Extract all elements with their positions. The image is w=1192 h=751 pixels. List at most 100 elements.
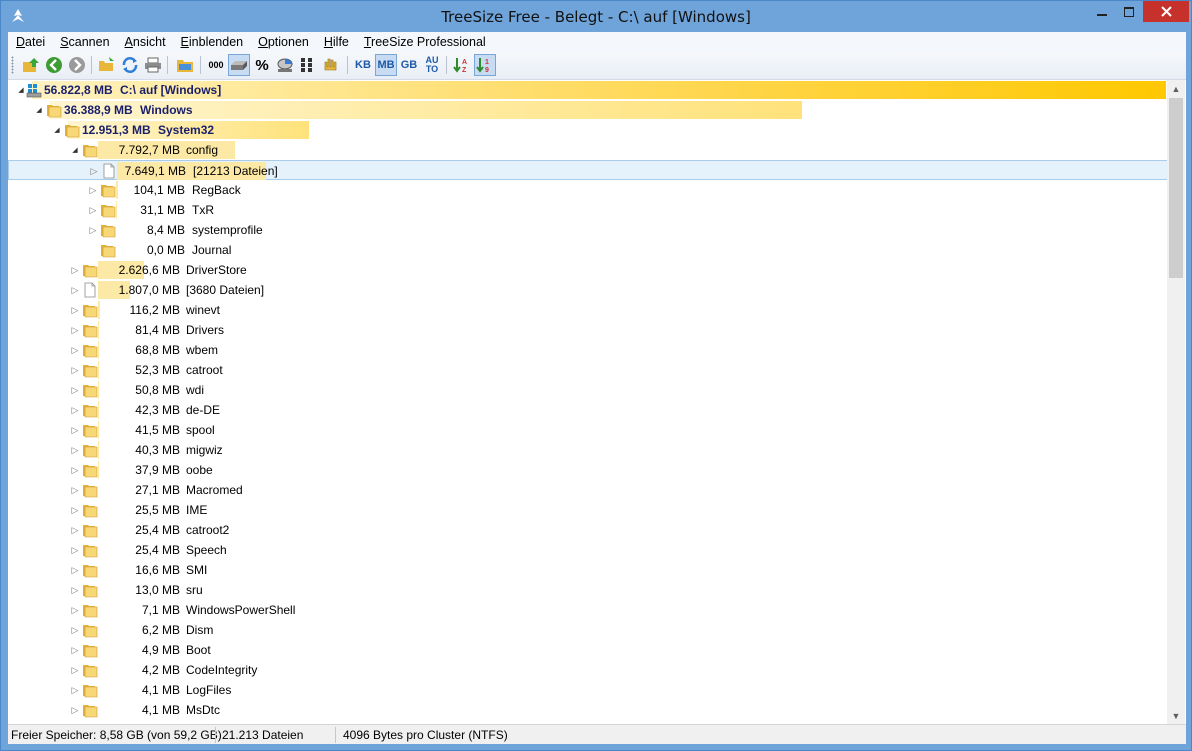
tree-row[interactable]: ▷ 7,1 MB WindowsPowerShell: [8, 600, 1168, 620]
collapse-arrow-icon[interactable]: ◢: [34, 104, 44, 116]
expand-arrow-icon[interactable]: ▷: [70, 324, 80, 336]
tree-row[interactable]: ▷ 104,1 MB RegBack: [8, 180, 1168, 200]
print-button[interactable]: [142, 54, 164, 76]
expand-arrow-icon[interactable]: ▷: [70, 524, 80, 536]
tree-row[interactable]: ▷ 4,9 MB Boot: [8, 640, 1168, 660]
tree-row[interactable]: ◢ 36.388,9 MB Windows: [8, 100, 1168, 120]
columns-button[interactable]: [297, 54, 319, 76]
owner-button[interactable]: [320, 54, 342, 76]
expand-arrow-icon[interactable]: ▷: [70, 644, 80, 656]
back-button[interactable]: [43, 54, 65, 76]
expand-arrow-icon[interactable]: ▷: [70, 404, 80, 416]
expand-arrow-icon[interactable]: ▷: [70, 464, 80, 476]
expand-arrow-icon[interactable]: ▷: [70, 344, 80, 356]
tree-row[interactable]: ▷ 31,1 MB TxR: [8, 200, 1168, 220]
tree-row[interactable]: ▷ 40,3 MB migwiz: [8, 440, 1168, 460]
unit-mb-button[interactable]: MB: [375, 54, 397, 76]
tree-row[interactable]: ▷ 27,1 MB Macromed: [8, 480, 1168, 500]
menu-hilfe[interactable]: Hilfe: [316, 35, 356, 49]
tree-row[interactable]: ▷ 25,5 MB IME: [8, 500, 1168, 520]
tree-row[interactable]: ▷ 81,4 MB Drivers: [8, 320, 1168, 340]
tree-row[interactable]: ▷ 116,2 MB winevt: [8, 300, 1168, 320]
file-count-button[interactable]: 000: [205, 54, 227, 76]
expand-arrow-icon[interactable]: ▷: [70, 504, 80, 516]
expand-arrow-icon[interactable]: ▷: [70, 664, 80, 676]
tree-row[interactable]: ▷ 68,8 MB wbem: [8, 340, 1168, 360]
vertical-scrollbar[interactable]: ▲ ▼: [1167, 80, 1185, 724]
tree-row[interactable]: ▷ 13,0 MB sru: [8, 580, 1168, 600]
expand-arrow-icon[interactable]: ▷: [70, 284, 80, 296]
scroll-up-icon[interactable]: ▲: [1167, 80, 1185, 97]
expand-arrow-icon[interactable]: ▷: [70, 704, 80, 716]
tree-row[interactable]: ◢ 7.792,7 MB config: [8, 140, 1168, 160]
expand-arrow-icon[interactable]: ▷: [70, 624, 80, 636]
expand-arrow-icon[interactable]: ▷: [70, 384, 80, 396]
tree-row[interactable]: ▷ 4,1 MB LogFiles: [8, 680, 1168, 700]
expand-arrow-icon[interactable]: ▷: [70, 304, 80, 316]
tree-row[interactable]: ▷ 4,1 MB MsDtc: [8, 700, 1168, 720]
scrollbar-thumb[interactable]: [1169, 98, 1183, 278]
tree-row[interactable]: ▷ 7.649,1 MB [21213 Dateien]: [8, 160, 1168, 180]
close-button[interactable]: [1143, 1, 1189, 22]
tree-row[interactable]: ▷ 41,5 MB spool: [8, 420, 1168, 440]
maximize-button[interactable]: [1115, 1, 1142, 22]
sort-name-button[interactable]: AZ: [451, 54, 473, 76]
tree-row[interactable]: 0,0 MB Journal: [8, 240, 1168, 260]
size-view-button[interactable]: [228, 54, 250, 76]
refresh-button[interactable]: [119, 54, 141, 76]
expand-arrow-icon[interactable]: ▷: [70, 684, 80, 696]
title-bar[interactable]: TreeSize Free - Belegt - C:\ auf [Window…: [1, 1, 1191, 31]
menu-treesize-professional[interactable]: TreeSize Professional: [356, 35, 493, 49]
item-name: Dism: [186, 623, 214, 637]
expand-arrow-icon[interactable]: ▷: [70, 584, 80, 596]
expand-arrow-icon[interactable]: ▷: [70, 424, 80, 436]
expand-arrow-icon[interactable]: ▷: [70, 564, 80, 576]
expand-arrow-icon[interactable]: ▷: [70, 604, 80, 616]
allocated-space-button[interactable]: [274, 54, 296, 76]
forward-button[interactable]: [66, 54, 88, 76]
expand-arrow-icon[interactable]: ▷: [89, 165, 99, 177]
up-level-button[interactable]: [20, 54, 42, 76]
tree-row[interactable]: ▷ 2.626,6 MB DriverStore: [8, 260, 1168, 280]
collapse-arrow-icon[interactable]: ◢: [16, 84, 26, 96]
tree-row[interactable]: ◢ 56.822,8 MB C:\ auf [Windows]: [8, 80, 1168, 100]
expand-arrow-icon[interactable]: ▷: [70, 264, 80, 276]
expand-arrow-icon[interactable]: ▷: [70, 484, 80, 496]
tree-row[interactable]: ◢ 12.951,3 MB System32: [8, 120, 1168, 140]
tree-row[interactable]: ▷ 50,8 MB wdi: [8, 380, 1168, 400]
tree-row[interactable]: ▷ 42,3 MB de-DE: [8, 400, 1168, 420]
menu-scannen[interactable]: Scannen: [52, 35, 116, 49]
menu-optionen[interactable]: Optionen: [250, 35, 316, 49]
sort-size-button[interactable]: 19: [474, 54, 496, 76]
tree-row[interactable]: ▷ 52,3 MB catroot: [8, 360, 1168, 380]
tree-row[interactable]: ▷ 37,9 MB oobe: [8, 460, 1168, 480]
unit-kb-button[interactable]: KB: [352, 54, 374, 76]
expand-arrow-icon[interactable]: ▷: [88, 204, 98, 216]
tree-row[interactable]: ▷ 6,2 MB Dism: [8, 620, 1168, 640]
tree-row[interactable]: ▷ 25,4 MB Speech: [8, 540, 1168, 560]
expand-arrow-icon[interactable]: ▷: [70, 544, 80, 556]
collapse-arrow-icon[interactable]: ◢: [70, 144, 80, 156]
expand-arrow-icon[interactable]: ▷: [88, 224, 98, 236]
explorer-button[interactable]: [174, 54, 196, 76]
toolbar-grip[interactable]: [11, 56, 14, 74]
tree-row[interactable]: ▷ 4,2 MB CodeIntegrity: [8, 660, 1168, 680]
expand-arrow-icon[interactable]: ▷: [88, 184, 98, 196]
open-folder-button[interactable]: [96, 54, 118, 76]
tree-row[interactable]: ▷ 8,4 MB systemprofile: [8, 220, 1168, 240]
minimize-button[interactable]: [1088, 1, 1115, 22]
menu-ansicht[interactable]: Ansicht: [117, 35, 173, 49]
unit-auto-button[interactable]: AU TO: [421, 54, 443, 76]
menu-datei[interactable]: Datei: [8, 35, 52, 49]
percent-button[interactable]: %: [251, 54, 273, 76]
menu-einblenden[interactable]: Einblenden: [173, 35, 251, 49]
collapse-arrow-icon[interactable]: ◢: [52, 124, 62, 136]
expand-arrow-icon[interactable]: ▷: [70, 444, 80, 456]
unit-gb-button[interactable]: GB: [398, 54, 420, 76]
tree-row[interactable]: ▷ 1.807,0 MB [3680 Dateien]: [8, 280, 1168, 300]
tree-row[interactable]: ▷ 25,4 MB catroot2: [8, 520, 1168, 540]
tree-row[interactable]: ▷ 16,6 MB SMI: [8, 560, 1168, 580]
scroll-down-icon[interactable]: ▼: [1167, 707, 1185, 724]
expand-arrow-icon[interactable]: ▷: [70, 364, 80, 376]
folder-tree[interactable]: ◢ 56.822,8 MB C:\ auf [Windows] ◢ 36.388,9 M…: [8, 80, 1186, 724]
